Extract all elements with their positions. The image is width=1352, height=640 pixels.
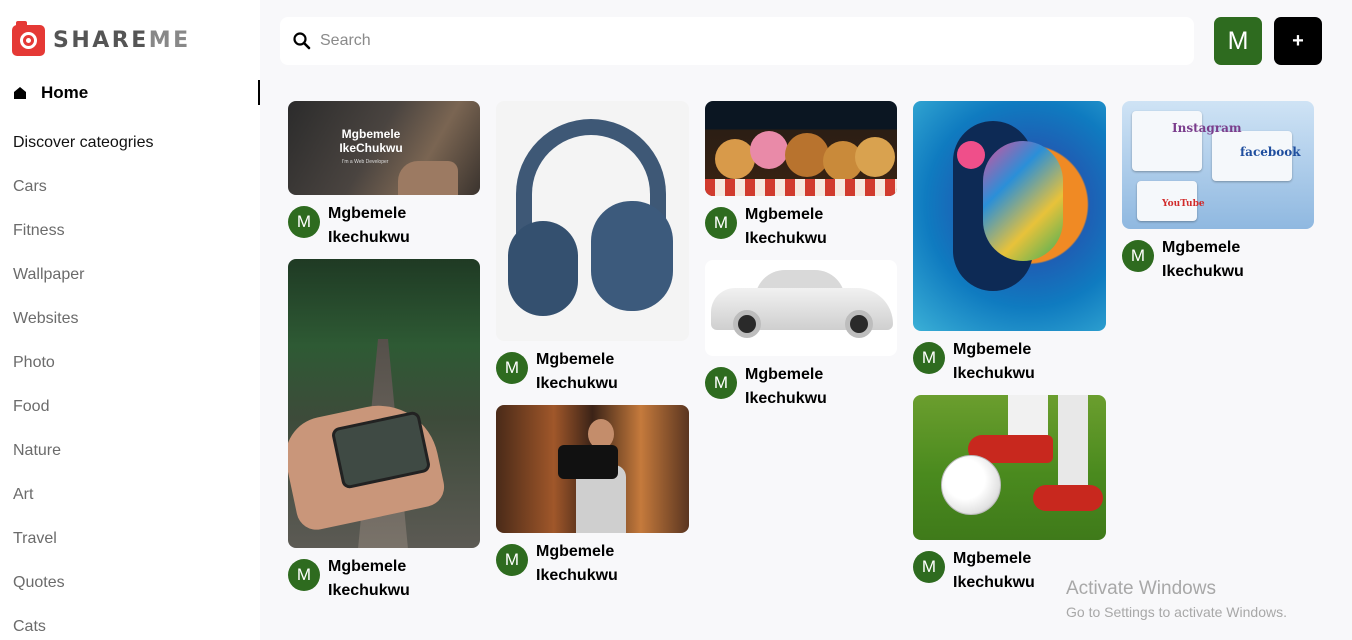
search-input[interactable] bbox=[320, 32, 1180, 50]
pin-author[interactable]: M Mgbemele Ikechukwu bbox=[705, 363, 855, 411]
logo-text: SHAREME bbox=[53, 28, 191, 53]
sidebar-item-nature[interactable]: Nature bbox=[13, 442, 61, 460]
author-avatar: M bbox=[496, 352, 528, 384]
pin-overlay-subtitle: I'm a Web Developer bbox=[342, 159, 389, 165]
active-indicator bbox=[258, 80, 260, 105]
facebook-label: facebook bbox=[1240, 145, 1301, 159]
sidebar-item-home[interactable]: Home bbox=[13, 80, 260, 105]
windows-activation-watermark: Activate Windows Go to Settings to activ… bbox=[1066, 578, 1287, 620]
author-name: Mgbemele Ikechukwu bbox=[745, 206, 827, 247]
watermark-subtitle: Go to Settings to activate Windows. bbox=[1066, 604, 1287, 620]
add-pin-button[interactable]: + bbox=[1274, 17, 1322, 65]
pin-image-colorful-portrait[interactable] bbox=[913, 101, 1106, 331]
sidebar-item-art[interactable]: Art bbox=[13, 486, 33, 504]
pin-image-web-developer[interactable]: Mgbemele IkeChukwu I'm a Web Developer bbox=[288, 101, 480, 195]
pin-author[interactable]: M Mgbemele Ikechukwu bbox=[1122, 236, 1272, 284]
discover-heading: Discover cateogries bbox=[13, 134, 154, 151]
author-avatar: M bbox=[496, 544, 528, 576]
author-avatar: M bbox=[913, 342, 945, 374]
pin-author[interactable]: M Mgbemele Ikechukwu bbox=[913, 338, 1063, 386]
camera-icon bbox=[12, 21, 45, 56]
author-name: Mgbemele Ikechukwu bbox=[745, 366, 827, 407]
author-avatar: M bbox=[288, 559, 320, 591]
user-avatar-button[interactable]: M bbox=[1214, 17, 1262, 65]
pin-image-food[interactable] bbox=[705, 101, 897, 196]
sidebar-item-fitness[interactable]: Fitness bbox=[13, 222, 65, 240]
pin-overlay-name: Mgbemele IkeChukwu bbox=[339, 127, 403, 155]
author-avatar: M bbox=[1122, 240, 1154, 272]
pin-author[interactable]: M Mgbemele Ikechukwu bbox=[288, 555, 438, 603]
author-name: Mgbemele Ikechukwu bbox=[1162, 239, 1244, 280]
author-name: Mgbemele Ikechukwu bbox=[953, 341, 1035, 382]
sidebar-item-food[interactable]: Food bbox=[13, 398, 49, 416]
author-avatar: M bbox=[288, 206, 320, 238]
pin-image-car[interactable] bbox=[705, 260, 897, 356]
home-icon bbox=[13, 86, 27, 100]
pin-image-forest-road[interactable] bbox=[288, 259, 480, 548]
author-name: Mgbemele Ikechukwu bbox=[536, 351, 618, 392]
instagram-label: Instagram bbox=[1172, 121, 1242, 135]
author-name: Mgbemele Ikechukwu bbox=[953, 550, 1035, 591]
sidebar-item-travel[interactable]: Travel bbox=[13, 530, 57, 548]
pin-image-soccer[interactable] bbox=[913, 395, 1106, 540]
pin-author[interactable]: M Mgbemele Ikechukwu bbox=[288, 202, 438, 250]
pin-image-photographer[interactable] bbox=[496, 405, 689, 533]
sidebar-item-quotes[interactable]: Quotes bbox=[13, 574, 65, 592]
author-avatar: M bbox=[913, 551, 945, 583]
pin-image-social-media[interactable]: Instagram facebook YouTube bbox=[1122, 101, 1314, 229]
author-name: Mgbemele Ikechukwu bbox=[328, 205, 410, 246]
app-logo[interactable]: SHAREME bbox=[12, 21, 191, 56]
sidebar-item-photo[interactable]: Photo bbox=[13, 354, 55, 372]
pin-author[interactable]: M Mgbemele Ikechukwu bbox=[496, 540, 646, 588]
search-icon bbox=[292, 31, 312, 51]
watermark-title: Activate Windows bbox=[1066, 578, 1216, 599]
author-name: Mgbemele Ikechukwu bbox=[536, 543, 618, 584]
author-avatar: M bbox=[705, 207, 737, 239]
pin-image-headphones[interactable] bbox=[496, 101, 689, 341]
sidebar-item-websites[interactable]: Websites bbox=[13, 310, 79, 328]
pin-author[interactable]: M Mgbemele Ikechukwu bbox=[705, 203, 855, 251]
author-name: Mgbemele Ikechukwu bbox=[328, 558, 410, 599]
sidebar-item-wallpaper[interactable]: Wallpaper bbox=[13, 266, 84, 284]
pin-author[interactable]: M Mgbemele Ikechukwu bbox=[913, 547, 1063, 595]
sidebar-item-cats[interactable]: Cats bbox=[13, 618, 46, 636]
author-avatar: M bbox=[705, 367, 737, 399]
youtube-label: YouTube bbox=[1162, 199, 1205, 209]
sidebar-item-label: Home bbox=[41, 83, 89, 102]
pin-author[interactable]: M Mgbemele Ikechukwu bbox=[496, 348, 646, 396]
sidebar: SHAREME Home Discover cateogries Cars Fi… bbox=[0, 0, 260, 640]
sidebar-item-cars[interactable]: Cars bbox=[13, 178, 47, 196]
search-bar[interactable] bbox=[280, 17, 1194, 65]
